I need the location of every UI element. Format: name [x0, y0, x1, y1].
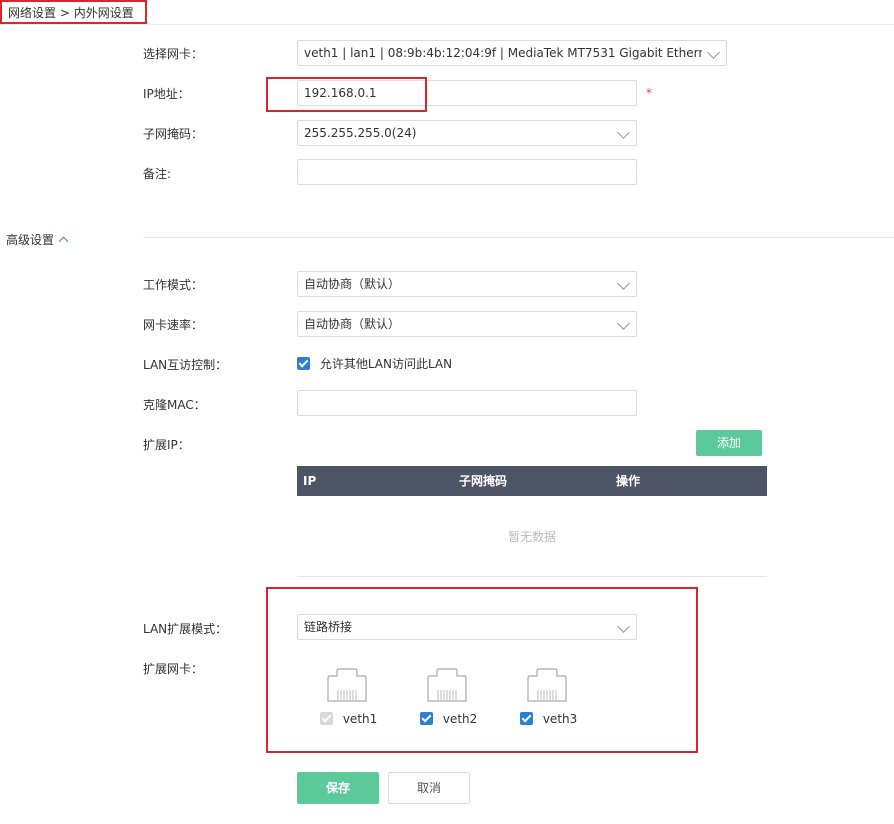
- ext-ip-empty-state: 暂无数据: [297, 496, 767, 577]
- lan-ext-highlight-box: [266, 587, 698, 753]
- cancel-button[interactable]: 取消: [388, 772, 470, 804]
- column-ip: IP: [303, 474, 317, 488]
- lan-ext-mode-label: LAN扩展模式：: [143, 622, 228, 636]
- mask-label: 子网掩码：: [143, 127, 204, 141]
- ext-nic-label: 扩展网卡：: [143, 662, 204, 676]
- advanced-toggle[interactable]: 高级设置: [6, 231, 69, 248]
- work-mode-value: 自动协商（默认）: [304, 277, 401, 291]
- save-button[interactable]: 保存: [297, 772, 379, 804]
- breadcrumb-separator: >: [59, 6, 70, 20]
- ip-highlight-box: [266, 77, 427, 112]
- column-mask: 子网掩码: [459, 474, 508, 488]
- column-action: 操作: [616, 474, 641, 488]
- remark-input[interactable]: [297, 159, 637, 185]
- chevron-down-icon: [617, 317, 630, 330]
- add-ext-ip-button[interactable]: 添加: [696, 430, 762, 456]
- nic-speed-value: 自动协商（默认）: [304, 317, 401, 331]
- lan-access-checkbox[interactable]: [297, 357, 310, 370]
- breadcrumb-parent[interactable]: 网络设置: [8, 6, 56, 20]
- lan-access-option[interactable]: 允许其他LAN访问此LAN: [297, 355, 452, 372]
- lan-access-label: LAN互访控制：: [143, 358, 228, 372]
- mask-select-value: 255.255.255.0(24): [304, 126, 417, 140]
- clone-mac-input[interactable]: [297, 390, 637, 416]
- advanced-divider: [143, 237, 894, 238]
- nic-speed-select[interactable]: 自动协商（默认）: [297, 311, 637, 337]
- breadcrumb-current: 内外网设置: [73, 6, 134, 20]
- chevron-down-icon: [617, 126, 630, 139]
- breadcrumb: 网络设置 > 内外网设置: [0, 0, 147, 24]
- nic-speed-label: 网卡速率：: [143, 318, 204, 332]
- work-mode-label: 工作模式：: [143, 278, 204, 292]
- nic-select-value: veth1 | lan1 | 08:9b:4b:12:04:9f | Media…: [304, 46, 702, 60]
- chevron-down-icon: [707, 46, 720, 59]
- ip-label: IP地址：: [143, 87, 190, 101]
- nic-label: 选择网卡：: [143, 47, 204, 61]
- remark-label: 备注:: [143, 167, 172, 181]
- chevron-up-icon: [58, 236, 69, 247]
- nic-select[interactable]: veth1 | lan1 | 08:9b:4b:12:04:9f | Media…: [297, 40, 727, 66]
- mask-select[interactable]: 255.255.255.0(24): [297, 120, 637, 146]
- clone-mac-label: 克隆MAC：: [143, 398, 206, 412]
- required-marker: *: [646, 86, 652, 100]
- lan-access-option-label: 允许其他LAN访问此LAN: [319, 357, 453, 371]
- header-divider: [0, 24, 894, 25]
- ext-ip-table-header: IP 子网掩码 操作: [297, 466, 767, 496]
- advanced-title: 高级设置: [6, 233, 55, 247]
- work-mode-select[interactable]: 自动协商（默认）: [297, 271, 637, 297]
- chevron-down-icon: [617, 277, 630, 290]
- ext-ip-label: 扩展IP：: [143, 438, 190, 452]
